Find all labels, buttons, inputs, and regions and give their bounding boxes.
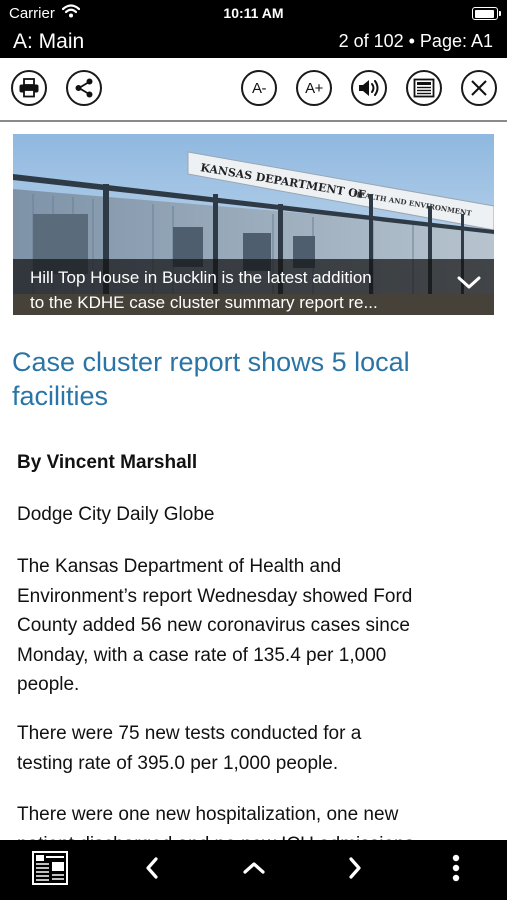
close-button[interactable] [461,70,497,106]
newspaper-icon [413,78,435,98]
page-view-button[interactable] [406,70,442,106]
share-icon [73,77,95,99]
paragraph: There were 75 new tests conducted for a … [17,719,493,778]
photo-caption: Hill Top House in Bucklin is the latest … [30,265,450,315]
section-title: A: Main [13,30,85,53]
paragraph-line: There were one new hospitalization, one … [17,804,399,825]
chevron-down-icon[interactable] [457,276,481,295]
title-line-2: facilities [12,381,109,411]
paragraph-line: The Kansas Department of Health and [17,556,342,577]
more-icon [452,854,460,887]
caption-line-1: Hill Top House in Bucklin is the latest … [30,268,372,287]
next-icon [348,856,362,885]
back-to-top-button[interactable] [229,840,279,900]
paragraph: The Kansas Department of Health and Envi… [17,552,493,700]
paragraph-line: Environment’s report Wednesday showed Fo… [17,585,413,607]
bottom-navigation-bar [0,840,507,900]
read-aloud-button[interactable] [351,70,387,106]
previous-icon [145,856,159,885]
paragraph-line: There were 75 new tests conducted for a [17,723,362,744]
font-increase-button[interactable]: A+ [296,70,332,106]
previous-article-button[interactable] [127,840,177,900]
close-icon [470,79,488,97]
paragraph-line: testing rate of 395.0 per 1,000 people. [17,752,339,774]
title-line-1: Case cluster report shows 5 local [12,347,410,377]
status-bar: Carrier 10:11 AM [0,0,507,28]
font-increase-label: A+ [305,79,323,97]
paragraph-line: people. [17,674,80,695]
paragraph-line: Monday, with a case rate of 135.4 per 1,… [17,644,387,666]
more-options-button[interactable] [436,840,476,900]
paragraph-line: County added 56 new coronavirus cases si… [17,615,410,636]
pages-thumbnail-icon [32,850,68,890]
up-icon [242,861,266,880]
font-decrease-label: A- [252,79,267,97]
nav-bar: A: Main 2 of 102 • Page: A1 [0,28,507,58]
font-decrease-button[interactable]: A- [241,70,277,106]
next-article-button[interactable] [330,840,380,900]
speaker-icon [357,78,381,98]
article-title: Case cluster report shows 5 local facili… [12,345,482,413]
print-icon [18,78,40,98]
caption-line-2: to the KDHE case cluster summary report … [30,293,378,312]
byline: By Vincent Marshall [17,452,198,473]
share-button[interactable] [66,70,102,106]
battery-icon [472,7,501,20]
clock: 10:11 AM [223,5,284,21]
article-photo[interactable]: KANSAS DEPARTMENT OF HEALTH AND ENVIRONM… [13,134,494,315]
publication-name: Dodge City Daily Globe [17,504,215,525]
page-info: 2 of 102 • Page: A1 [338,31,493,51]
pages-thumbnail-button[interactable] [20,840,80,900]
print-button[interactable] [11,70,47,106]
reader-toolbar: A- A+ [0,58,507,122]
